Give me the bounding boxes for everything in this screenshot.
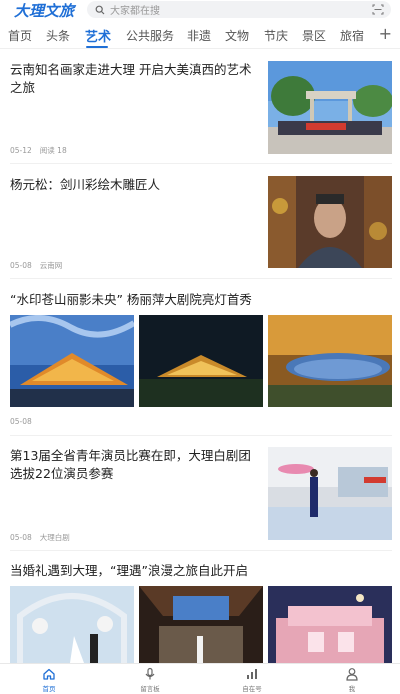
article-item[interactable]: 当婚礼遇到大理，“理遇”浪漫之旅自此开启 [10,562,392,580]
article-date: 05-08 [10,261,32,270]
article-meta: 05-08 云南网 [10,260,62,271]
nav-zizai-label: 自在号 [242,685,262,693]
tab-scenic[interactable]: 景区 [302,27,326,44]
app-logo[interactable]: 大理文旅 [14,0,74,21]
search-icon [95,5,105,14]
article-thumbnail[interactable] [268,61,392,154]
article-thumbnail[interactable] [268,315,392,407]
article-title: 第13届全省青年演员比赛在即，大理白剧团选拔22位演员参赛 [10,448,251,481]
tab-home[interactable]: 首页 [8,27,32,44]
nav-home[interactable]: 首页 [19,667,79,693]
article-title: “水印苍山丽影未央” 杨丽萍大剧院亮灯首秀 [10,292,252,307]
scan-icon[interactable] [372,4,384,15]
tab-public-service[interactable]: 公共服务 [126,27,174,44]
microphone-icon [145,667,155,680]
article-thumbnail[interactable] [139,586,263,663]
article-title: 杨元松：剑川彩绘木雕匠人 [10,177,161,192]
article-source: 云南网 [39,261,63,270]
divider [10,163,392,164]
article-reads: 阅读 18 [39,146,67,155]
article-thumbnail[interactable] [10,586,134,663]
home-icon [43,668,55,680]
article-item[interactable]: “水印苍山丽影未央” 杨丽萍大剧院亮灯首秀 [10,291,392,309]
article-date: 05-08 [10,417,32,426]
article-thumbnail[interactable] [139,315,263,407]
add-tab-button[interactable]: + [379,24,392,43]
article-meta: 05-08 [10,417,32,426]
article-meta: 05-12 阅读 18 [10,145,67,156]
article-source: 大理白剧 [39,533,70,542]
search-bar[interactable]: 大家都在搜 [87,1,391,18]
article-date: 05-12 [10,146,32,155]
tab-relics[interactable]: 文物 [225,27,249,44]
tab-art[interactable]: 艺术 [85,26,111,45]
divider [10,278,392,279]
article-thumbnail[interactable] [268,447,392,540]
tab-lodging[interactable]: 旅宿 [340,27,364,44]
article-title: 云南知名画家走进大理 开启大美滇西的艺术之旅 [10,62,252,95]
nav-me[interactable]: 我 [322,667,382,693]
nav-home-label: 首页 [42,685,56,693]
article-title: 当婚礼遇到大理，“理遇”浪漫之旅自此开启 [10,563,248,578]
nav-zizai[interactable]: 自在号 [222,667,282,693]
bottom-nav: 首页 留言板 自在号 我 [0,663,400,694]
article-date: 05-08 [10,533,32,542]
nav-message-board[interactable]: 留言板 [120,667,180,693]
divider [10,550,392,551]
active-tab-indicator [86,46,108,48]
tab-heritage[interactable]: 非遗 [187,27,211,44]
divider [10,435,392,436]
signal-icon [247,669,257,679]
top-header: 大理文旅 大家都在搜 [0,0,400,20]
nav-me-label: 我 [348,685,356,693]
user-icon [346,668,358,681]
tab-festivals[interactable]: 节庆 [264,27,288,44]
article-thumbnail[interactable] [10,315,134,407]
search-placeholder: 大家都在搜 [110,6,160,17]
category-tabs: 首页 头条 艺术 公共服务 非遗 文物 节庆 景区 旅宿 + [0,20,400,49]
article-meta: 05-08 大理白剧 [10,532,70,543]
tab-headlines[interactable]: 头条 [46,27,70,44]
article-thumbnail[interactable] [268,176,392,268]
nav-message-board-label: 留言板 [140,685,160,693]
article-thumbnail[interactable] [268,586,392,663]
